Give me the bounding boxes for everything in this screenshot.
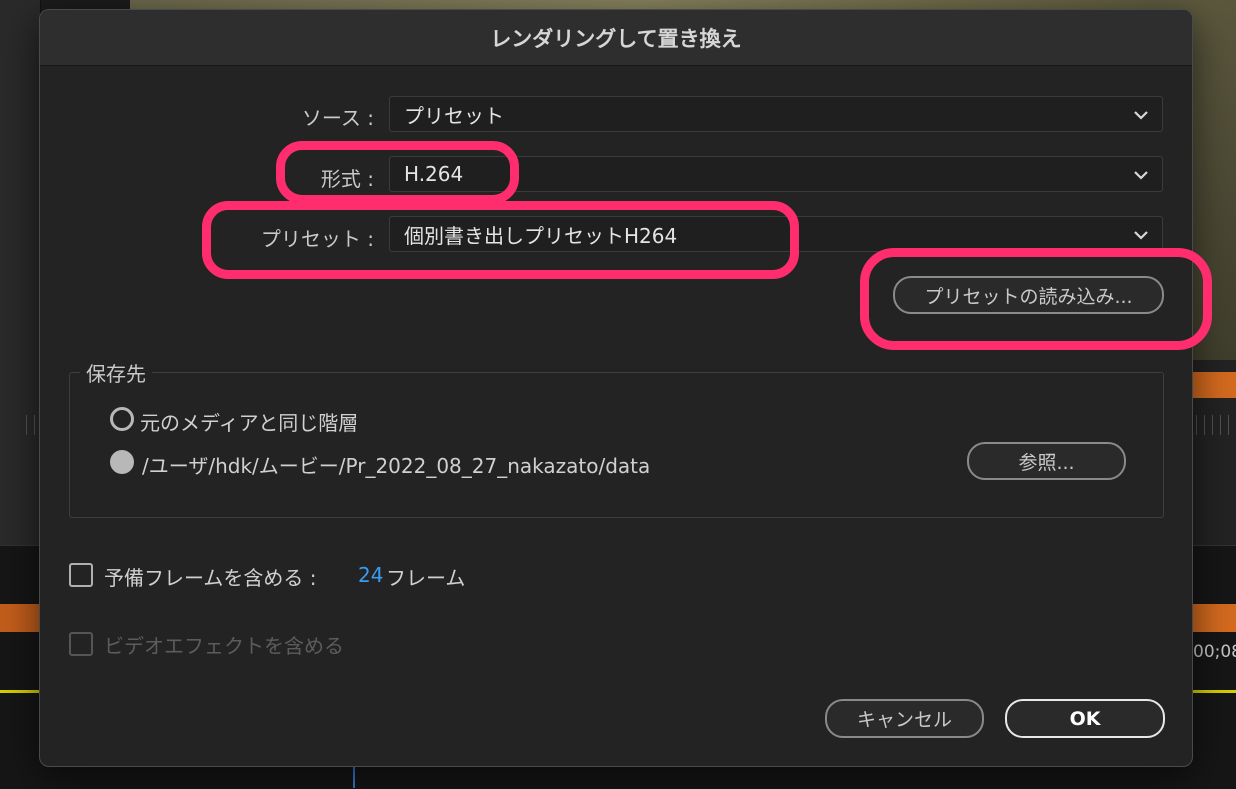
destination-group-label: 保存先 <box>80 358 152 387</box>
radio-custom-path[interactable] <box>110 450 134 474</box>
cancel-button-label: キャンセル <box>856 709 952 731</box>
preset-select[interactable]: 個別書き出しプリセットH264 <box>389 216 1163 252</box>
format-select[interactable]: H.264 <box>389 156 1163 192</box>
render-and-replace-dialog: レンダリングして置き換え ソース : プリセット 形式 : H.264 プリセッ… <box>39 9 1212 767</box>
background-clip-orange-left <box>0 604 40 632</box>
background-left-panel <box>0 0 41 545</box>
source-select-value: プリセット <box>404 103 504 128</box>
radio-same-as-media[interactable] <box>110 407 134 431</box>
format-select-value: H.264 <box>404 162 464 186</box>
background-ruler-ticks-left <box>26 415 38 435</box>
radio-same-as-media-label[interactable]: 元のメディアと同じ階層 <box>140 407 358 436</box>
chevron-down-icon <box>1134 111 1148 120</box>
include-handles-label[interactable]: 予備フレームを含める : <box>104 562 317 591</box>
preset-select-value: 個別書き出しプリセットH264 <box>404 223 678 248</box>
handles-frame-unit: フレーム <box>386 566 466 590</box>
cancel-button[interactable]: キャンセル <box>825 699 984 738</box>
dialog-title: レンダリングして置き換え <box>490 26 742 51</box>
format-label: 形式 : <box>320 167 374 191</box>
browse-button[interactable]: 参照... <box>967 442 1126 480</box>
include-handles-checkbox[interactable] <box>69 563 93 587</box>
preset-label: プリセット : <box>260 227 374 251</box>
background-playhead <box>353 765 355 788</box>
import-preset-button-label: プリセットの読み込み... <box>924 285 1133 308</box>
include-video-effects-checkbox[interactable] <box>69 632 93 656</box>
chevron-down-icon <box>1134 171 1148 180</box>
handles-frame-count[interactable]: 24 <box>358 563 383 587</box>
dialog-title-bar: レンダリングして置き換え <box>40 10 1192 66</box>
radio-custom-path-label[interactable]: /ユーザ/hdk/ムービー/Pr_2022_08_27_nakazato/dat… <box>142 450 650 479</box>
source-label: ソース : <box>301 106 374 130</box>
background-ruler-ticks <box>1196 415 1236 435</box>
background-clip-orange-right <box>1192 604 1236 632</box>
background-timecode: 00;08 <box>1193 642 1236 662</box>
browse-button-label: 参照... <box>1018 451 1075 474</box>
background-work-area-bar-right <box>1192 690 1236 693</box>
background-work-area-bar-left <box>0 690 40 693</box>
ok-button[interactable]: OK <box>1005 699 1165 738</box>
include-video-effects-label: ビデオエフェクトを含める <box>104 634 344 658</box>
background-clip-orange <box>1192 372 1236 398</box>
chevron-down-icon <box>1134 231 1148 240</box>
import-preset-button[interactable]: プリセットの読み込み... <box>893 276 1164 314</box>
source-select[interactable]: プリセット <box>389 96 1163 132</box>
ok-button-label: OK <box>1069 707 1101 730</box>
